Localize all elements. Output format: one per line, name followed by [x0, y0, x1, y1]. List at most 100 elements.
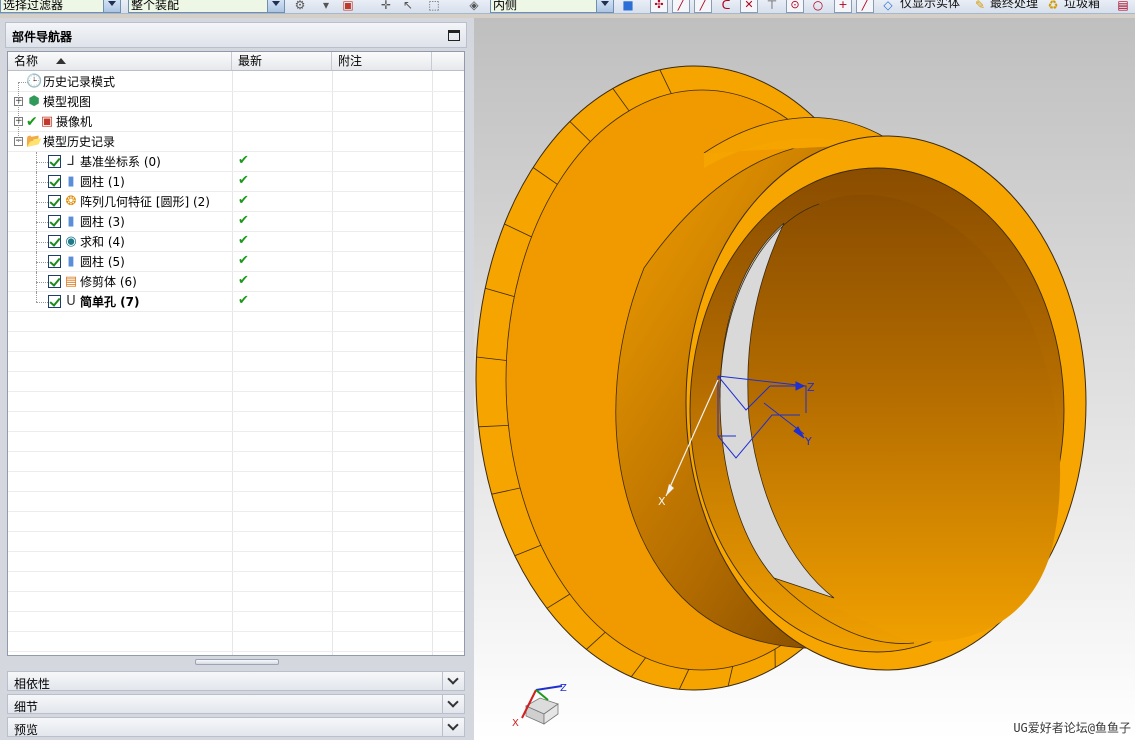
tree-row[interactable]: ▤ 修剪体 (6) ✔ — [8, 272, 464, 292]
tree-row[interactable]: U 简单孔 (7) ✔ — [8, 292, 464, 312]
tree-row[interactable]: ▮ 圆柱 (1) ✔ — [8, 172, 464, 192]
snap-control-point-icon[interactable]: ᑕ — [718, 0, 734, 13]
rect-select-icon[interactable]: ⬚ — [426, 0, 442, 13]
tree-connector — [36, 272, 37, 292]
clock-icon: 🕒 — [26, 74, 43, 89]
tree-connector — [36, 162, 48, 163]
snap-arc-center-icon[interactable]: ⊤ — [764, 0, 780, 13]
csys-y-label: Y — [804, 435, 812, 448]
tree-row[interactable]: ▮ 圆柱 (3) ✔ — [8, 212, 464, 232]
chevron-down-icon[interactable] — [442, 672, 464, 690]
column-header-latest-label: 最新 — [238, 54, 263, 68]
assembly-icon[interactable]: ⚙ — [292, 0, 308, 13]
view-triad[interactable]: Z X — [512, 683, 567, 729]
tree-row-label: 模型视图 — [43, 95, 92, 109]
column-header-notes[interactable]: 附注 — [332, 52, 432, 71]
up-to-date-check-icon: ✔ — [238, 213, 249, 228]
tree-row-label: 基准坐标系 (0) — [80, 155, 161, 169]
visibility-checkbox[interactable] — [48, 255, 61, 268]
visibility-checkbox[interactable] — [48, 175, 61, 188]
dependencies-panel[interactable]: 相依性 — [7, 671, 465, 691]
preview-panel[interactable]: 预览 — [7, 717, 465, 737]
model-canvas[interactable]: Z Y X Z X — [474, 18, 1135, 740]
empty-row — [8, 412, 464, 432]
scope-value: 整个装配 — [131, 0, 180, 12]
chevron-down-icon[interactable] — [267, 0, 284, 12]
snap-endpoint-icon[interactable]: ╱ — [672, 0, 690, 13]
up-to-date-check-icon: ✔ — [238, 273, 249, 288]
snap-existing-point-icon[interactable]: ✣ — [650, 0, 668, 13]
tree-row-label: 求和 (4) — [80, 235, 125, 249]
face-side-dropdown[interactable]: 内侧 — [490, 0, 614, 13]
tree-row[interactable]: ◉ 求和 (4) ✔ — [8, 232, 464, 252]
selection-filter-dropdown[interactable]: 选择过滤器 — [0, 0, 121, 13]
tree-row[interactable]: + ⬢ 模型视图 — [8, 92, 464, 112]
snap-quadrant-icon[interactable]: ○ — [810, 0, 826, 13]
maximize-icon[interactable] — [448, 30, 460, 41]
camera-icon: ▣ — [40, 114, 54, 129]
solid-cube-icon[interactable]: ■ — [620, 0, 636, 13]
visibility-checkbox[interactable] — [48, 195, 61, 208]
tree-connector — [36, 172, 37, 192]
empty-row — [8, 452, 464, 472]
empty-row — [8, 392, 464, 412]
tree-row-label: 修剪体 (6) — [80, 275, 137, 289]
part-navigator: 部件导航器 名称 最新 附注 🕒 历史记录模式 + ⬢ 模型视图 + ✔ ▣ 摄像机 − 📂 模型历史… — [0, 18, 474, 740]
snap-point-on-curve-icon[interactable]: + — [834, 0, 852, 13]
more-icon[interactable]: ▤ — [1115, 0, 1131, 13]
chevron-down-icon[interactable] — [103, 0, 120, 12]
details-panel[interactable]: 细节 — [7, 694, 465, 714]
view-orient-icon[interactable]: ◈ — [466, 0, 482, 13]
watermark: UG爱好者论坛@鱼鱼子 — [1013, 721, 1131, 735]
panel-splitter-handle[interactable] — [195, 659, 279, 665]
empty-row — [8, 472, 464, 492]
tree-row-label: 简单孔 (7) — [80, 295, 140, 309]
tree-row[interactable]: + ✔ ▣ 摄像机 — [8, 112, 464, 132]
column-header-filler — [432, 52, 464, 71]
show-solid-icon[interactable]: ◇ — [880, 0, 896, 13]
snap-intersection-icon[interactable]: ✕ — [740, 0, 758, 13]
tree-connector — [36, 252, 37, 272]
finish-icon[interactable]: ✎ — [972, 0, 988, 13]
cylinder-icon: ▮ — [67, 174, 75, 189]
empty-row — [8, 312, 464, 332]
filter-icon[interactable]: ▾ — [318, 0, 334, 13]
trash-icon[interactable]: ♻ — [1045, 0, 1061, 13]
tree-connector — [36, 192, 37, 212]
navigator-tree[interactable]: 名称 最新 附注 🕒 历史记录模式 + ⬢ 模型视图 + ✔ ▣ 摄像机 − 📂 模型历史记录 ⅃ 基准坐… — [7, 51, 465, 656]
pattern-icon: ❂ — [65, 194, 77, 209]
select-box-icon[interactable]: ▣ — [340, 0, 356, 13]
graphics-viewport[interactable]: Z Y X Z X UG爱好者论坛@鱼鱼子 — [474, 18, 1135, 740]
scope-dropdown[interactable]: 整个装配 — [128, 0, 285, 13]
tree-connector — [18, 82, 19, 142]
nx-main-window: 选择过滤器 整个装配 ⚙ ▾ ▣ ✛ ↖ ⬚ ◈ 内侧 ■ ✣ ╱ ╱ ᑕ ✕ … — [0, 0, 1135, 740]
column-header-notes-label: 附注 — [338, 54, 363, 68]
visibility-checkbox[interactable] — [48, 235, 61, 248]
trash-label[interactable]: 垃圾箱 — [1064, 0, 1100, 11]
tree-row[interactable]: 🕒 历史记录模式 — [8, 72, 464, 92]
chevron-down-icon[interactable] — [596, 0, 613, 12]
chevron-down-icon[interactable] — [442, 718, 464, 736]
show-solid-label[interactable]: 仅显示实体 — [900, 0, 960, 11]
column-header-name[interactable]: 名称 — [8, 52, 232, 71]
visibility-checkbox[interactable] — [48, 155, 61, 168]
sort-ascending-icon — [56, 58, 66, 64]
chevron-down-icon[interactable] — [442, 695, 464, 713]
column-header-latest[interactable]: 最新 — [232, 52, 332, 71]
final-process-label[interactable]: 最终处理 — [990, 0, 1038, 11]
arrow-tool-icon[interactable]: ↖ — [400, 0, 416, 13]
snap-point-on-face-icon[interactable]: ╱ — [856, 0, 874, 13]
tree-row[interactable]: − 📂 模型历史记录 — [8, 132, 464, 152]
visibility-checkbox[interactable] — [48, 295, 61, 308]
tree-row[interactable]: ⅃ 基准坐标系 (0) ✔ — [8, 152, 464, 172]
tree-connector — [36, 242, 48, 243]
visibility-checkbox[interactable] — [48, 275, 61, 288]
cylinder-icon: ▮ — [67, 214, 75, 229]
snap-point-icon[interactable]: ✛ — [378, 0, 394, 13]
visibility-checkbox[interactable] — [48, 215, 61, 228]
empty-row — [8, 512, 464, 532]
tree-row[interactable]: ▮ 圆柱 (5) ✔ — [8, 252, 464, 272]
snap-midpoint-icon[interactable]: ╱ — [694, 0, 712, 13]
tree-row[interactable]: ❂ 阵列几何特征 [圆形] (2) ✔ — [8, 192, 464, 212]
snap-center-icon[interactable]: ⊙ — [786, 0, 804, 13]
